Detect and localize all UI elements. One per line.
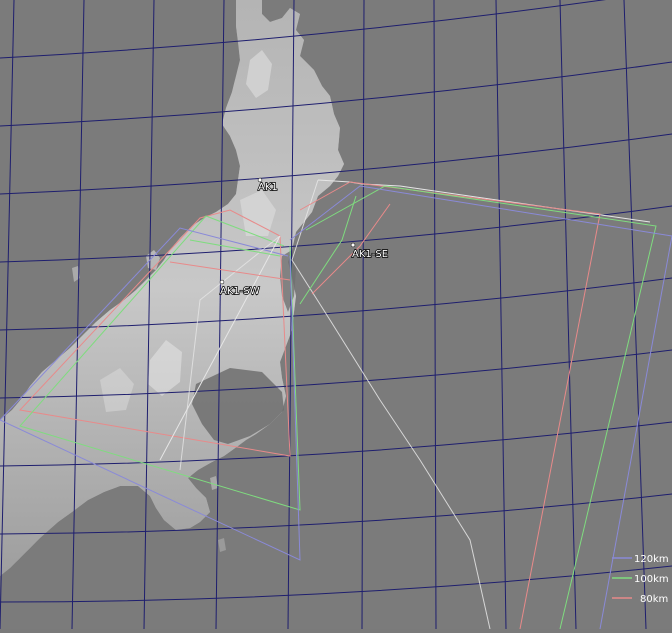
station-label-ak1-se: AK1-SE	[352, 249, 388, 260]
station-label-ak1-sw: AK1-SW	[220, 286, 260, 297]
map-view[interactable]: AK1 AK1-SE AK1-SW 120km 100km 80km	[0, 0, 672, 630]
legend-label-120km: 120km	[634, 554, 669, 565]
legend-label-100km: 100km	[634, 574, 669, 585]
map-canvas: AK1 AK1-SE AK1-SW 120km 100km 80km	[0, 0, 672, 630]
legend-label-80km: 80km	[640, 594, 668, 605]
station-label-ak1: AK1	[258, 182, 278, 193]
sea-area	[0, 0, 672, 629]
